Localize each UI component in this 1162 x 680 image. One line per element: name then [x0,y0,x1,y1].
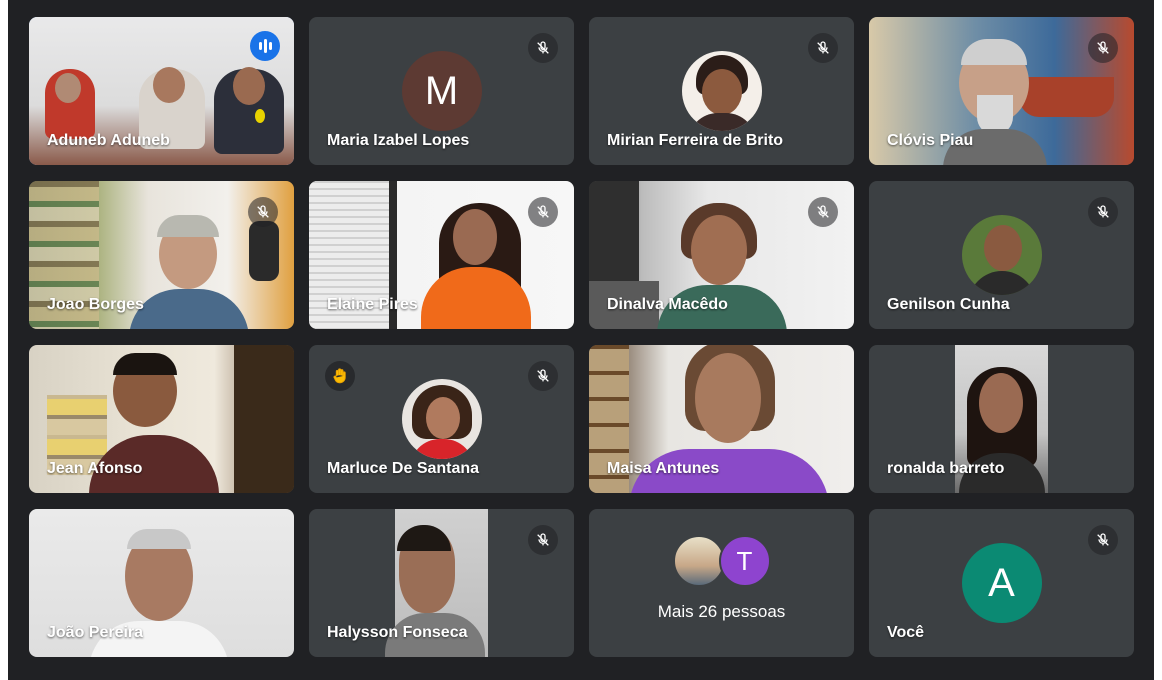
overflow-avatars: T [589,535,854,587]
participant-tile-jean-afonso[interactable]: Jean Afonso [29,345,294,493]
participant-name: Mirian Ferreira de Brito [607,132,784,149]
mic-off-icon [528,33,558,63]
meeting-stage: Aduneb Aduneb M Maria Izabel Lopes Miria… [8,0,1154,680]
participant-name: Marluce De Santana [327,460,480,477]
participant-name: Maisa Antunes [607,460,720,477]
avatar-letter: A [988,560,1015,605]
avatar [681,51,762,131]
more-participants-tile[interactable]: T Mais 26 pessoas [589,509,854,657]
participant-tile-halysson-fonseca[interactable]: Halysson Fonseca [309,509,574,657]
participant-tile-ronalda-barreto[interactable]: ronalda barreto [869,345,1134,493]
mic-off-icon [1088,197,1118,227]
participant-tile-maria-izabel-lopes[interactable]: M Maria Izabel Lopes [309,17,574,165]
more-participants-label: Mais 26 pessoas [657,602,786,621]
participant-name: ronalda barreto [887,460,1005,477]
participant-name: Halysson Fonseca [327,624,468,641]
avatar: A [961,543,1042,623]
participant-name: Elaine Pires [327,296,418,313]
mic-off-icon [528,197,558,227]
participant-name: Você [887,624,925,641]
participant-tile-elaine-pires[interactable]: Elaine Pires [309,181,574,329]
participant-name: Aduneb Aduneb [47,132,170,149]
participant-tile-clovis-piau[interactable]: Clóvis Piau [869,17,1134,165]
participant-name: João Pereira [47,624,144,641]
participant-tile-genilson-cunha[interactable]: Genilson Cunha [869,181,1134,329]
participant-tile-mirian-ferreira-de-brito[interactable]: Mirian Ferreira de Brito [589,17,854,165]
avatar [401,379,482,459]
avatar: T [718,535,771,587]
mic-off-icon [1088,525,1118,555]
participant-tile-aduneb[interactable]: Aduneb Aduneb [29,17,294,165]
avatar: M [401,51,482,131]
participant-name: Jean Afonso [47,460,143,477]
avatar [961,215,1042,295]
avatar [672,535,725,587]
participant-tile-joao-pereira[interactable]: João Pereira [29,509,294,657]
participant-tile-dinalva-macedo[interactable]: Dinalva Macêdo [589,181,854,329]
participant-grid: Aduneb Aduneb M Maria Izabel Lopes Miria… [29,17,1134,657]
participant-tile-self[interactable]: A Você [869,509,1134,657]
mic-off-icon [808,197,838,227]
avatar-letter: T [736,545,753,576]
mic-off-icon [248,197,278,227]
mic-off-icon [1088,33,1118,63]
participant-name: Maria Izabel Lopes [327,132,470,149]
audio-level-icon [250,31,280,61]
mic-off-icon [808,33,838,63]
mic-off-icon [528,525,558,555]
participant-tile-marluce-de-santana[interactable]: Marluce De Santana [309,345,574,493]
participant-tile-maisa-antunes[interactable]: Maisa Antunes [589,345,854,493]
participant-name: Dinalva Macêdo [607,296,728,313]
participant-tile-joao-borges[interactable]: Joao Borges [29,181,294,329]
raised-hand-icon [325,361,355,391]
avatar-letter: M [424,68,459,113]
participant-name: Joao Borges [47,296,144,313]
mic-off-icon [528,361,558,391]
participant-name: Clóvis Piau [887,132,974,149]
participant-name: Genilson Cunha [887,296,1010,313]
